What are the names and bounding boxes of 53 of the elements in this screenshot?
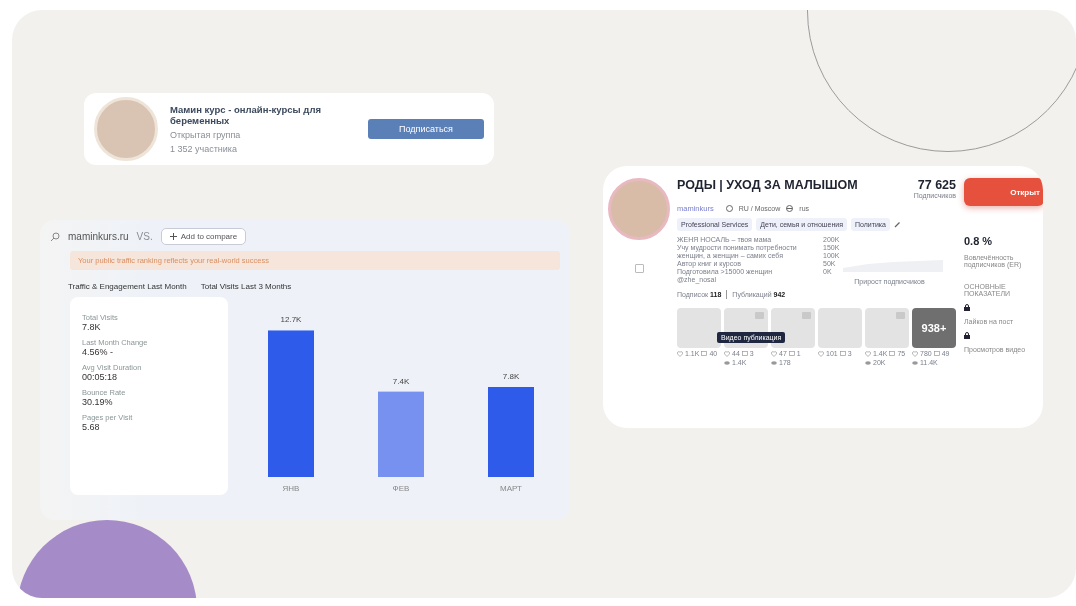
search-icon [50, 231, 60, 242]
pencil-icon[interactable] [893, 221, 901, 228]
month-label: ЯНВ [282, 484, 300, 493]
photo-placeholder[interactable] [677, 308, 721, 348]
vs-label: VS. [136, 231, 153, 242]
month-label: МАРТ [500, 484, 522, 493]
metric-value: 4.56% - [82, 347, 115, 357]
bar-value: 12.7K [280, 315, 302, 325]
engagement-rate: 0.8 % [964, 235, 994, 247]
heart-icon [771, 350, 777, 357]
video-icon [755, 312, 764, 319]
lock-icon [964, 332, 970, 339]
metric-value: 00:05:18 [82, 372, 119, 382]
heart-icon [818, 350, 824, 357]
metric-value: 5.68 [82, 422, 101, 432]
comment-icon [889, 350, 896, 357]
month-label: ФЕВ [392, 484, 410, 493]
member-count: 1 352 участника [170, 144, 238, 154]
metric-value: 7.8K [82, 322, 102, 332]
checkbox[interactable] [634, 264, 644, 273]
channel-title: РОДЫ | УХОД ЗА МАЛЫШОМ [677, 178, 858, 192]
video-icon [802, 312, 811, 319]
eye-icon [724, 360, 730, 365]
more-posts-tile[interactable]: 938+ [912, 308, 956, 348]
comment-icon [741, 350, 748, 357]
plus-icon [169, 233, 177, 240]
heart-icon [677, 350, 683, 357]
heart-icon [865, 350, 871, 357]
comment-icon [788, 350, 795, 357]
comment-icon [701, 350, 708, 357]
subscribe-button[interactable]: Подписаться [368, 119, 484, 139]
open-button[interactable]: Открыт [964, 178, 1043, 206]
site-name: maminkurs.ru [68, 231, 129, 242]
video-icon [896, 312, 905, 319]
location-icon [725, 205, 733, 212]
group-type: Открытая группа [170, 130, 242, 140]
bar-value: 7.8K [502, 372, 520, 381]
add-to-compare-button[interactable]: Add to compare [160, 228, 247, 245]
group-title: Мамин курс - онлайн-курсы для беременных [170, 104, 322, 126]
heart-icon [724, 350, 730, 357]
bar-value: 7.4K [392, 376, 410, 386]
eye-icon [771, 360, 777, 365]
subscriber-count: 77 625 [917, 178, 956, 192]
globe-icon [786, 205, 794, 212]
lock-icon [964, 304, 970, 311]
eye-icon [865, 360, 871, 365]
heart-icon [912, 350, 918, 357]
comment-icon [933, 350, 940, 357]
metric-value: 30.19% [82, 397, 114, 407]
comment-icon [839, 350, 846, 357]
eye-icon [912, 360, 918, 365]
section-title: Traffic & Engagement Last Month [68, 282, 187, 291]
section-title: Total Visits Last 3 Months [200, 282, 292, 291]
